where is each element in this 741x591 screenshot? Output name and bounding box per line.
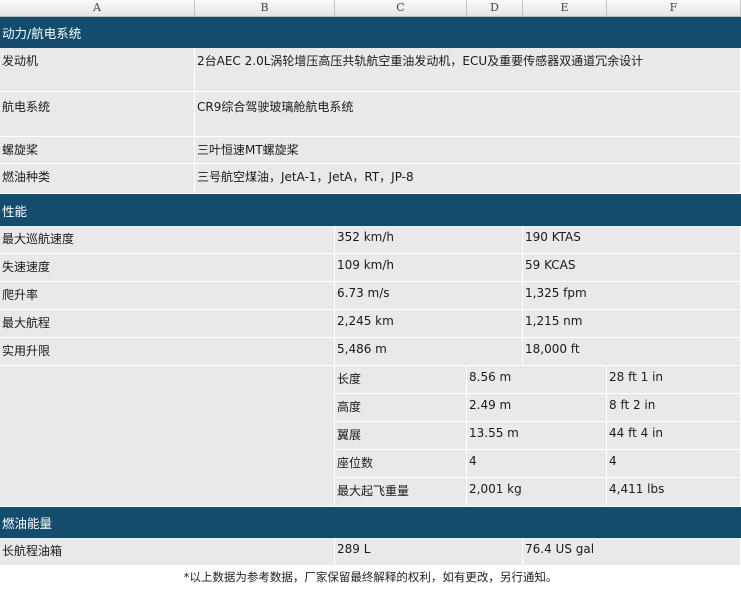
row-label-cell[interactable]: 座位数 [335,450,467,478]
table-row: 爬升率 6.73 m/s 1,325 fpm [0,282,741,310]
table-row: 发动机 2台AEC 2.0L涡轮增压高压共轨航空重油发动机，ECU及重要传感器双… [0,48,741,92]
column-header-row: A B C D E F [0,0,741,17]
row-label-cell[interactable]: 螺旋桨 [0,137,195,164]
table-row: 最大航程 2,245 km 1,215 nm [0,310,741,338]
table-row: 实用升限 5,486 m 18,000 ft [0,338,741,366]
row-value-cell[interactable]: 三叶恒速MT螺旋桨 [195,137,741,164]
metric-value-cell[interactable]: 8.56 m [467,366,607,394]
metric-value-cell[interactable]: 109 km/h [335,254,523,282]
metric-value-cell[interactable]: 352 km/h [335,226,523,254]
row-label-cell[interactable]: 长度 [335,366,467,394]
metric-value-cell[interactable]: 13.55 m [467,422,607,450]
row-label-cell[interactable]: 高度 [335,394,467,422]
table-row: 座位数 4 4 [0,450,741,478]
imperial-value-cell[interactable]: 28 ft 1 in [607,366,741,394]
section-header-fuel-capacity[interactable]: 燃油能量 [0,507,741,538]
table-row: 燃油种类 三号航空煤油，JetA-1，JetA，RT，JP-8 [0,164,741,194]
column-header-b[interactable]: B [195,0,335,16]
imperial-value-cell[interactable]: 1,325 fpm [523,282,741,310]
row-label-cell[interactable]: 爬升率 [0,282,335,310]
metric-value-cell[interactable]: 2.49 m [467,394,607,422]
imperial-value-cell[interactable]: 190 KTAS [523,226,741,254]
table-row: 翼展 13.55 m 44 ft 4 in [0,422,741,450]
metric-value-cell[interactable]: 5,486 m [335,338,523,366]
table-row: 航电系统 CR9综合驾驶玻璃舱航电系统 [0,92,741,137]
metric-value-cell[interactable]: 2,001 kg [467,478,607,507]
row-label-cell[interactable]: 翼展 [335,422,467,450]
imperial-value-cell[interactable]: 59 KCAS [523,254,741,282]
row-value-cell[interactable]: 2台AEC 2.0L涡轮增压高压共轨航空重油发动机，ECU及重要传感器双通道冗余… [195,48,741,92]
imperial-value-cell[interactable]: 4 [607,450,741,478]
metric-value-cell[interactable]: 289 L [335,538,523,566]
row-label-cell[interactable]: 最大起飞重量 [335,478,467,507]
row-value-cell[interactable]: 三号航空煤油，JetA-1，JetA，RT，JP-8 [195,164,741,194]
metric-value-cell[interactable]: 4 [467,450,607,478]
table-row: 失速速度 109 km/h 59 KCAS [0,254,741,282]
section-title: 燃油能量 [2,516,53,531]
section-title: 性能 [2,203,28,219]
imperial-value-cell[interactable]: 4,411 lbs [607,478,741,507]
row-label-cell[interactable]: 最大航程 [0,310,335,338]
table-row: 最大巡航速度 352 km/h 190 KTAS [0,226,741,254]
imperial-value-cell[interactable]: 1,215 nm [523,310,741,338]
footnote: *以上数据为参考数据，厂家保留最终解释的权利，如有更改，另行通知。 [183,570,558,584]
column-header-d[interactable]: D [467,0,523,16]
column-header-f[interactable]: F [607,0,741,16]
table-row: 高度 2.49 m 8 ft 2 in [0,394,741,422]
section-header-powerplant[interactable]: 动力/航电系统 [0,17,741,48]
metric-value-cell[interactable]: 2,245 km [335,310,523,338]
row-label-cell[interactable]: 航电系统 [0,92,195,137]
imperial-value-cell[interactable]: 8 ft 2 in [607,394,741,422]
row-label-cell[interactable]: 实用升限 [0,338,335,366]
metric-value-cell[interactable]: 6.73 m/s [335,282,523,310]
column-header-a[interactable]: A [0,0,195,16]
row-value-cell[interactable]: CR9综合驾驶玻璃舱航电系统 [195,92,741,137]
row-label-cell[interactable]: 长航程油箱 [0,538,335,566]
section-title: 动力/航电系统 [2,26,82,41]
table-row: 最大起飞重量 2,001 kg 4,411 lbs [0,478,741,507]
table-row: 长度 8.56 m 28 ft 1 in [0,366,741,394]
row-label-cell[interactable]: 失速速度 [0,254,335,282]
imperial-value-cell[interactable]: 44 ft 4 in [607,422,741,450]
imperial-value-cell[interactable]: 18,000 ft [523,338,741,366]
row-label-cell[interactable]: 发动机 [0,48,195,92]
table-row: 长航程油箱 289 L 76.4 US gal [0,538,741,566]
imperial-value-cell[interactable]: 76.4 US gal [523,538,741,566]
table-row: 螺旋桨 三叶恒速MT螺旋桨 [0,137,741,164]
column-header-c[interactable]: C [335,0,467,16]
column-header-e[interactable]: E [523,0,607,16]
row-label-cell[interactable]: 燃油种类 [0,164,195,194]
spreadsheet: A B C D E F 动力/航电系统 发动机 2台AEC 2.0L涡轮增压高压… [0,0,741,591]
row-label-cell[interactable]: 最大巡航速度 [0,226,335,254]
section-header-performance[interactable]: 性能 [0,194,741,226]
